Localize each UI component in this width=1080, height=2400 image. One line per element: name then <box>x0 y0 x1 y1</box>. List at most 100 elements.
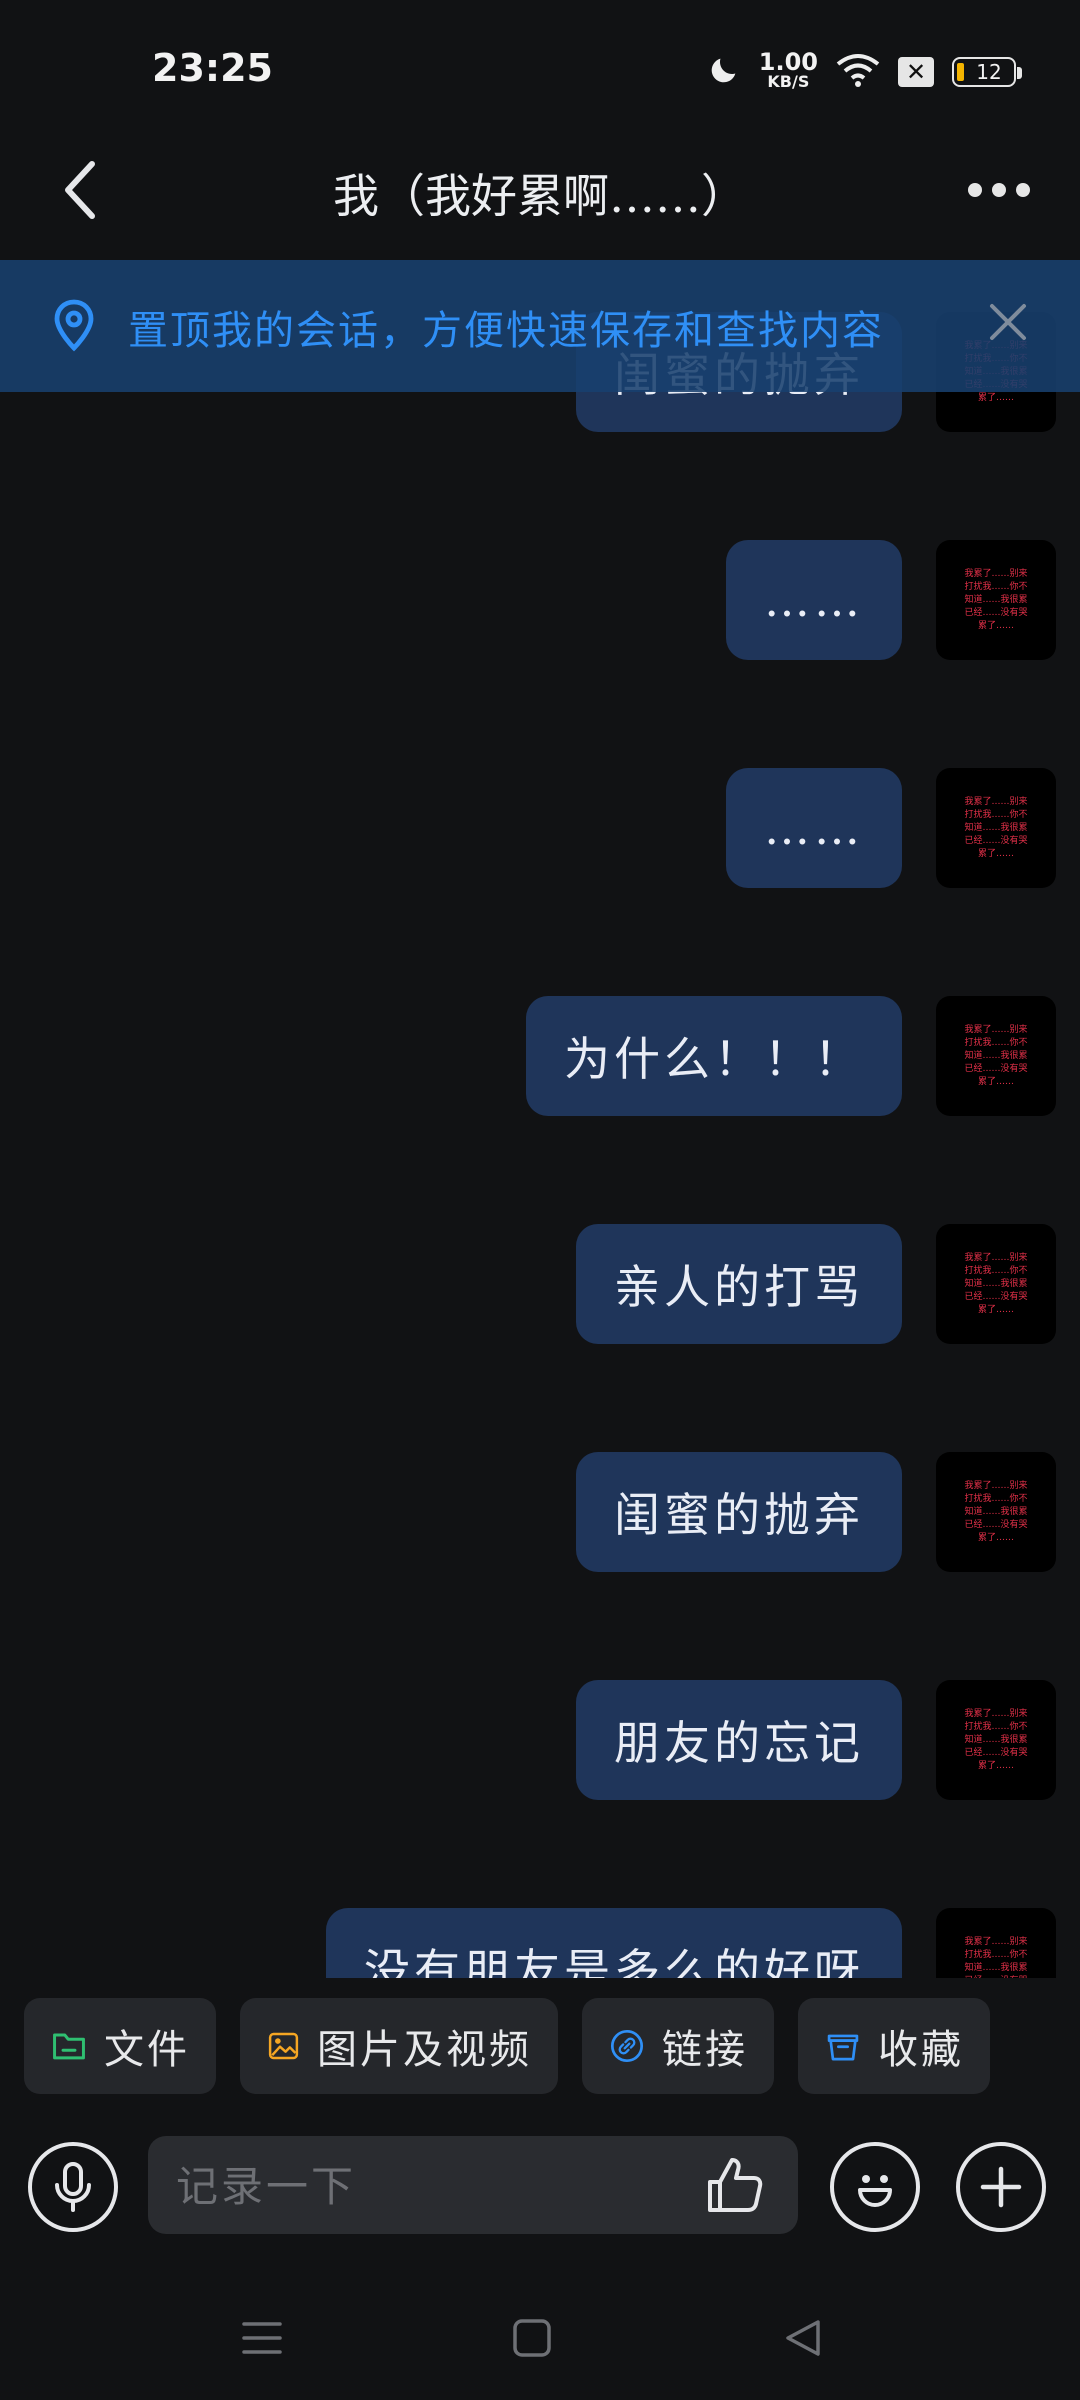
avatar-text: 我累了……别来打扰我……你不知道……我很累已经……没有哭累了…… <box>964 796 1027 861</box>
avatar-text-line: 累了…… <box>977 392 1014 403</box>
avatar-text-line: 累了…… <box>977 620 1014 631</box>
message-input-field[interactable] <box>148 2136 798 2236</box>
home-square-icon <box>513 2319 551 2357</box>
message-item: 没有朋友是多么的好呀 我累了……别来打扰我……你不知道……我很累已经……没有哭累… <box>326 1908 1056 1978</box>
emoji-smile-icon <box>858 2175 892 2207</box>
image-icon <box>268 2032 299 2060</box>
battery-level: 12 <box>976 60 1002 84</box>
avatar-text-line: 我累了……别来 <box>964 1480 1028 1491</box>
avatar[interactable]: 我累了……别来打扰我……你不知道……我很累已经……没有哭累了…… <box>936 1452 1056 1572</box>
wifi-icon <box>836 52 880 92</box>
avatar-text-line: 累了…… <box>977 1760 1014 1771</box>
avatar-text-line: 已经……没有哭 <box>964 1291 1028 1302</box>
voice-input-button[interactable] <box>28 2142 118 2232</box>
dot-icon <box>992 183 1006 197</box>
avatar-text-line: 知道……我很累 <box>964 1050 1028 1061</box>
links-button[interactable]: 链接 <box>582 1998 774 2094</box>
avatar-text: 我累了……别来打扰我……你不知道……我很累已经……没有哭累了…… <box>964 568 1027 633</box>
pin-chat-banner[interactable]: 置顶我的会话，方便快速保存和查找内容 <box>0 260 1080 392</box>
avatar[interactable]: 我累了……别来打扰我……你不知道……我很累已经……没有哭累了…… <box>936 1224 1056 1344</box>
avatar-text-line: 已经……没有哭 <box>964 607 1028 618</box>
avatar-text-line: 知道……我很累 <box>964 1278 1028 1289</box>
avatar-text-line: 知道……我很累 <box>964 1734 1028 1745</box>
avatar-text-line: 已经……没有哭 <box>964 1747 1028 1758</box>
dot-icon <box>968 183 982 197</box>
nav-back-button[interactable] <box>772 2308 832 2368</box>
message-bubble[interactable]: 闺蜜的抛弃 <box>576 1452 902 1572</box>
message-item: 朋友的忘记 我累了……别来 打扰我……你不 知道……我很累 已经……没有哭 累了…… <box>576 1680 1056 1800</box>
avatar-text-line: 我累了……别来 <box>964 1708 1028 1719</box>
chat-title: 我（我好累啊……） <box>333 169 747 223</box>
message-bubble[interactable]: …… <box>726 768 902 888</box>
avatar-text-line: 知道……我很累 <box>964 822 1028 833</box>
message-item: 闺蜜的抛弃 我累了……别来打扰我……你不知道……我很累已经……没有哭累了…… <box>576 1452 1056 1572</box>
avatar-text-line: 已经……没有哭 <box>964 1519 1028 1530</box>
avatar-text: 我累了……别来打扰我……你不知道……我很累已经……没有哭累了…… <box>964 1936 1027 1979</box>
avatar-text-line: 累了…… <box>977 1532 1014 1543</box>
thumbs-up-button[interactable] <box>700 2150 770 2220</box>
avatar-text-line: 打扰我……你不 <box>964 1493 1028 1504</box>
avatar-text: 我累了……别来打扰我……你不知道……我很累已经……没有哭累了…… <box>964 1252 1027 1317</box>
avatar[interactable]: 我累了……别来打扰我……你不知道……我很累已经……没有哭累了…… <box>936 996 1056 1116</box>
network-speed-value: 1.00 <box>758 48 818 76</box>
message-bubble[interactable]: …… <box>726 540 902 660</box>
avatar-text-line: 知道……我很累 <box>964 594 1028 605</box>
menu-icon <box>242 2322 282 2354</box>
avatar[interactable]: 我累了……别来打扰我……你不知道……我很累已经……没有哭累了…… <box>936 1908 1056 1978</box>
message-input[interactable] <box>174 2136 698 2236</box>
no-sim-icon: ✕ <box>898 57 934 87</box>
favorites-box-icon <box>827 2034 859 2061</box>
photos-videos-button[interactable]: 图片及视频 <box>240 1998 558 2094</box>
avatar-text-line: 我累了……别来 <box>964 796 1028 807</box>
system-nav-bar <box>0 2278 1080 2400</box>
message-item: 为什么！！！ 我累了……别来 打扰我……你不 知道……我很累 已经……没有哭 累了…… <box>526 996 1056 1116</box>
avatar-text-line: 打扰我……你不 <box>964 809 1028 820</box>
avatar-text-line: 已经……没有哭 <box>964 1063 1028 1074</box>
avatar-text-line: 打扰我……你不 <box>964 1949 1028 1960</box>
favorites-label: 收藏 <box>878 2027 964 2073</box>
avatar[interactable]: 我累了……别来打扰我……你不知道……我很累已经……没有哭累了…… <box>936 540 1056 660</box>
nav-menu-button[interactable] <box>232 2308 292 2368</box>
message-item: …… 我累了……别来 打扰我……你不 知道……我很累 已经……没有哭 累了…… <box>726 540 1056 660</box>
message-item: …… 我累了……别来 打扰我……你不 知道……我很累 已经……没有哭 累了…… <box>726 768 1056 888</box>
message-bubble[interactable]: 为什么！！！ <box>526 996 902 1116</box>
close-icon <box>990 304 1026 340</box>
avatar-text-line: 打扰我……你不 <box>964 581 1028 592</box>
location-pin-icon <box>50 298 98 358</box>
avatar-text: 我累了……别来打扰我……你不知道……我很累已经……没有哭累了…… <box>964 1708 1027 1773</box>
photos-videos-label: 图片及视频 <box>317 2027 532 2073</box>
avatar[interactable]: 我累了……别来打扰我……你不知道……我很累已经……没有哭累了…… <box>936 1680 1056 1800</box>
files-label: 文件 <box>104 2027 190 2073</box>
files-button[interactable]: 文件 <box>24 1998 216 2094</box>
avatar-text-line: 累了…… <box>977 1076 1014 1087</box>
dot-icon <box>1016 183 1030 197</box>
message-bubble[interactable]: 没有朋友是多么的好呀 <box>326 1908 902 1978</box>
message-bubble[interactable]: 亲人的打骂 <box>576 1224 902 1344</box>
quick-actions-bar: 文件 图片及视频 链接 收藏 <box>0 1978 1080 2128</box>
network-speed: 1.00 KB/S <box>758 48 818 92</box>
more-options-button[interactable] <box>954 160 1044 220</box>
status-bar: 23:25 1.00 KB/S ✕ 12 <box>0 0 1080 130</box>
avatar-text-line: 累了…… <box>977 1304 1014 1315</box>
avatar-text-line: 我累了……别来 <box>964 568 1028 579</box>
back-triangle-icon <box>786 2320 820 2356</box>
add-attachment-button[interactable] <box>956 2142 1046 2232</box>
avatar-text-line: 我累了……别来 <box>964 1936 1028 1947</box>
avatar-text-line: 打扰我……你不 <box>964 1265 1028 1276</box>
nav-home-button[interactable] <box>502 2308 562 2368</box>
avatar[interactable]: 我累了……别来打扰我……你不知道……我很累已经……没有哭累了…… <box>936 768 1056 888</box>
plus-icon <box>980 2166 1022 2208</box>
close-banner-button[interactable] <box>976 290 1040 354</box>
links-label: 链接 <box>662 2027 748 2073</box>
avatar-text-line: 累了…… <box>977 848 1014 859</box>
message-list[interactable]: 闺蜜的抛弃 我累了……别来打扰我……你不知道……我很累已经……没有哭累了…… …… <box>0 260 1080 1978</box>
avatar-text-line: 打扰我……你不 <box>964 1037 1028 1048</box>
link-icon <box>610 2029 644 2063</box>
avatar-text-line: 我累了……别来 <box>964 1252 1028 1263</box>
favorites-button[interactable]: 收藏 <box>798 1998 990 2094</box>
microphone-icon <box>55 2162 91 2212</box>
avatar-text-line: 我累了……别来 <box>964 1024 1028 1035</box>
emoji-button[interactable] <box>830 2142 920 2232</box>
status-icons: 1.00 KB/S ✕ 12 <box>707 48 1022 94</box>
message-bubble[interactable]: 朋友的忘记 <box>576 1680 902 1800</box>
